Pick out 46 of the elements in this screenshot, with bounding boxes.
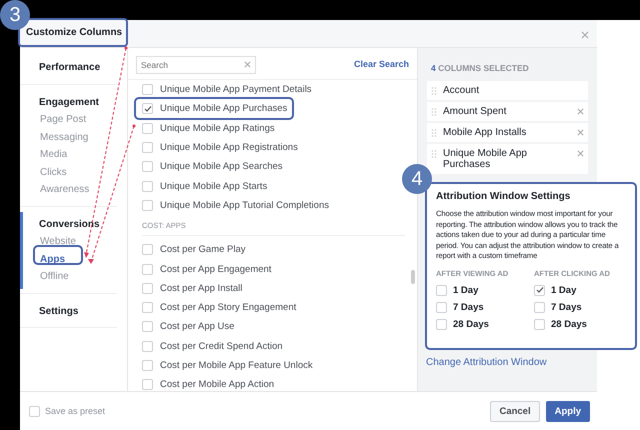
metric-label: Cost per Credit Spend Action bbox=[160, 340, 283, 352]
nav-item[interactable]: Awareness bbox=[40, 181, 90, 198]
highlighted-title: Customize Columns bbox=[18, 18, 128, 47]
cancel-button[interactable]: Cancel bbox=[490, 400, 540, 422]
search-field[interactable]: Search bbox=[136, 56, 256, 74]
metric-label: Unique Mobile App Starts bbox=[160, 180, 268, 192]
metric-label: Cost per Mobile App Feature Unlock bbox=[160, 360, 313, 371]
metric-label: Cost per Game Play bbox=[160, 244, 246, 256]
selected-count-heading: 4 COLUMNS SELECTED bbox=[431, 63, 530, 73]
nav-section[interactable]: Engagement bbox=[39, 94, 100, 111]
nav-item[interactable]: Clicks bbox=[40, 164, 67, 181]
nav-item[interactable]: Media bbox=[40, 146, 68, 164]
apply-button[interactable]: Apply bbox=[546, 400, 590, 422]
selected-column[interactable]: Amount Spent bbox=[427, 102, 588, 121]
popover-title: Attribution Window Settings bbox=[436, 191, 572, 202]
option-label: 7 Days bbox=[453, 302, 484, 312]
metric-label: Cost per App Install bbox=[160, 282, 242, 294]
metric-label: Unique Mobile App Searches bbox=[160, 161, 283, 172]
nav-item[interactable]: Apps bbox=[40, 250, 65, 268]
metric-label: Cost per Mobile App Action bbox=[160, 379, 274, 390]
option-label: 28 Days bbox=[551, 318, 587, 330]
option-label: 1 Day bbox=[453, 284, 478, 296]
change-attribution-link[interactable]: Change Attribution Window bbox=[426, 357, 547, 368]
option-label: 1 Day bbox=[551, 284, 576, 296]
nav-item[interactable]: Messaging bbox=[40, 128, 88, 146]
metric-label: Unique Mobile App Tutorial Completions bbox=[160, 200, 329, 211]
selected-column[interactable]: Unique Mobile App Purchases bbox=[427, 144, 588, 174]
metric-label: Cost per App Story Engagement bbox=[160, 302, 296, 314]
selected-column[interactable]: Mobile App Installs bbox=[427, 123, 588, 142]
nav-item[interactable]: Offline bbox=[40, 268, 69, 286]
metric-label: Cost per App Engagement bbox=[160, 264, 272, 275]
metric-label: Unique Mobile App Ratings bbox=[160, 122, 275, 134]
clear-search-link[interactable]: Clear Search bbox=[354, 59, 409, 69]
save-preset-label: Save as preset bbox=[45, 406, 106, 416]
nav-section[interactable]: Settings bbox=[39, 302, 78, 320]
metric-label: Unique Mobile App Registrations bbox=[160, 142, 298, 154]
nav-section[interactable]: Conversions bbox=[39, 216, 100, 233]
metric-label: Cost per App Use bbox=[160, 321, 234, 332]
option-label: 7 Days bbox=[551, 302, 582, 312]
metric-label: Unique Mobile App Payment Details bbox=[160, 84, 312, 96]
metric-label: Unique Mobile App Purchases bbox=[160, 103, 288, 114]
selected-column[interactable]: Account bbox=[427, 81, 588, 100]
nav-item[interactable]: Page Post bbox=[40, 111, 86, 128]
nav-section[interactable]: Performance bbox=[39, 59, 100, 76]
option-label: 28 Days bbox=[453, 318, 489, 330]
nav-item[interactable]: Website bbox=[40, 233, 76, 250]
